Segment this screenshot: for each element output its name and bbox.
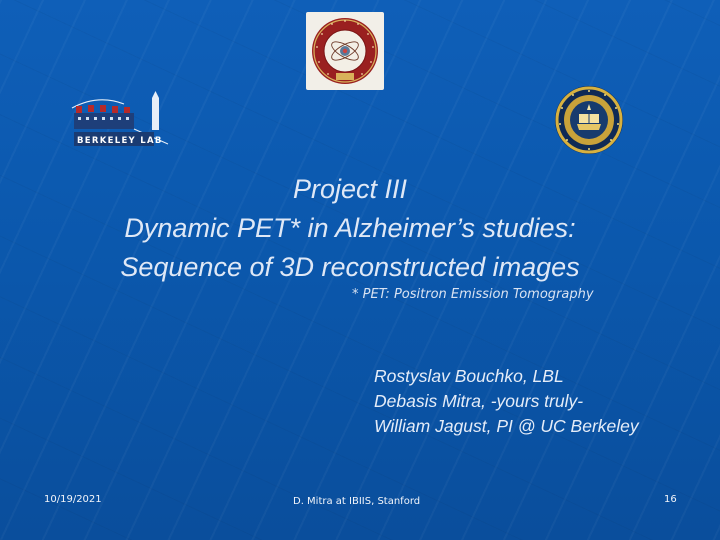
slide-title-line-1: Project III (292, 174, 408, 204)
footer-presenter: D. Mitra at IBIIS, Stanford (293, 496, 421, 507)
author-3: William Jagust, PI @ UC Berkeley (374, 416, 639, 436)
slide-title-line-2: Dynamic PET* in Alzheimer’s studies: (124, 213, 576, 243)
svg-text:BERKELEY LAB: BERKELEY LAB (77, 136, 163, 146)
pet-footnote: * PET: Positron Emission Tomography (352, 287, 594, 302)
uc-seal-logo (553, 84, 625, 156)
institute-seal-logo (306, 12, 384, 90)
author-2: Debasis Mitra, -yours truly- (374, 391, 584, 411)
berkeley-lab-skyline-icon: BERKELEY LAB (71, 91, 169, 146)
berkeley-lab-logo: BERKELEY LAB (68, 90, 170, 150)
institute-seal-icon (312, 18, 378, 84)
footer-date: 10/19/2021 (44, 494, 102, 505)
uc-seal-icon (555, 86, 623, 154)
slide-title-line-3: Sequence of 3D reconstructed images (120, 252, 580, 282)
slide-number: 16 (664, 494, 677, 505)
author-1: Rostyslav Bouchko, LBL (374, 366, 564, 386)
